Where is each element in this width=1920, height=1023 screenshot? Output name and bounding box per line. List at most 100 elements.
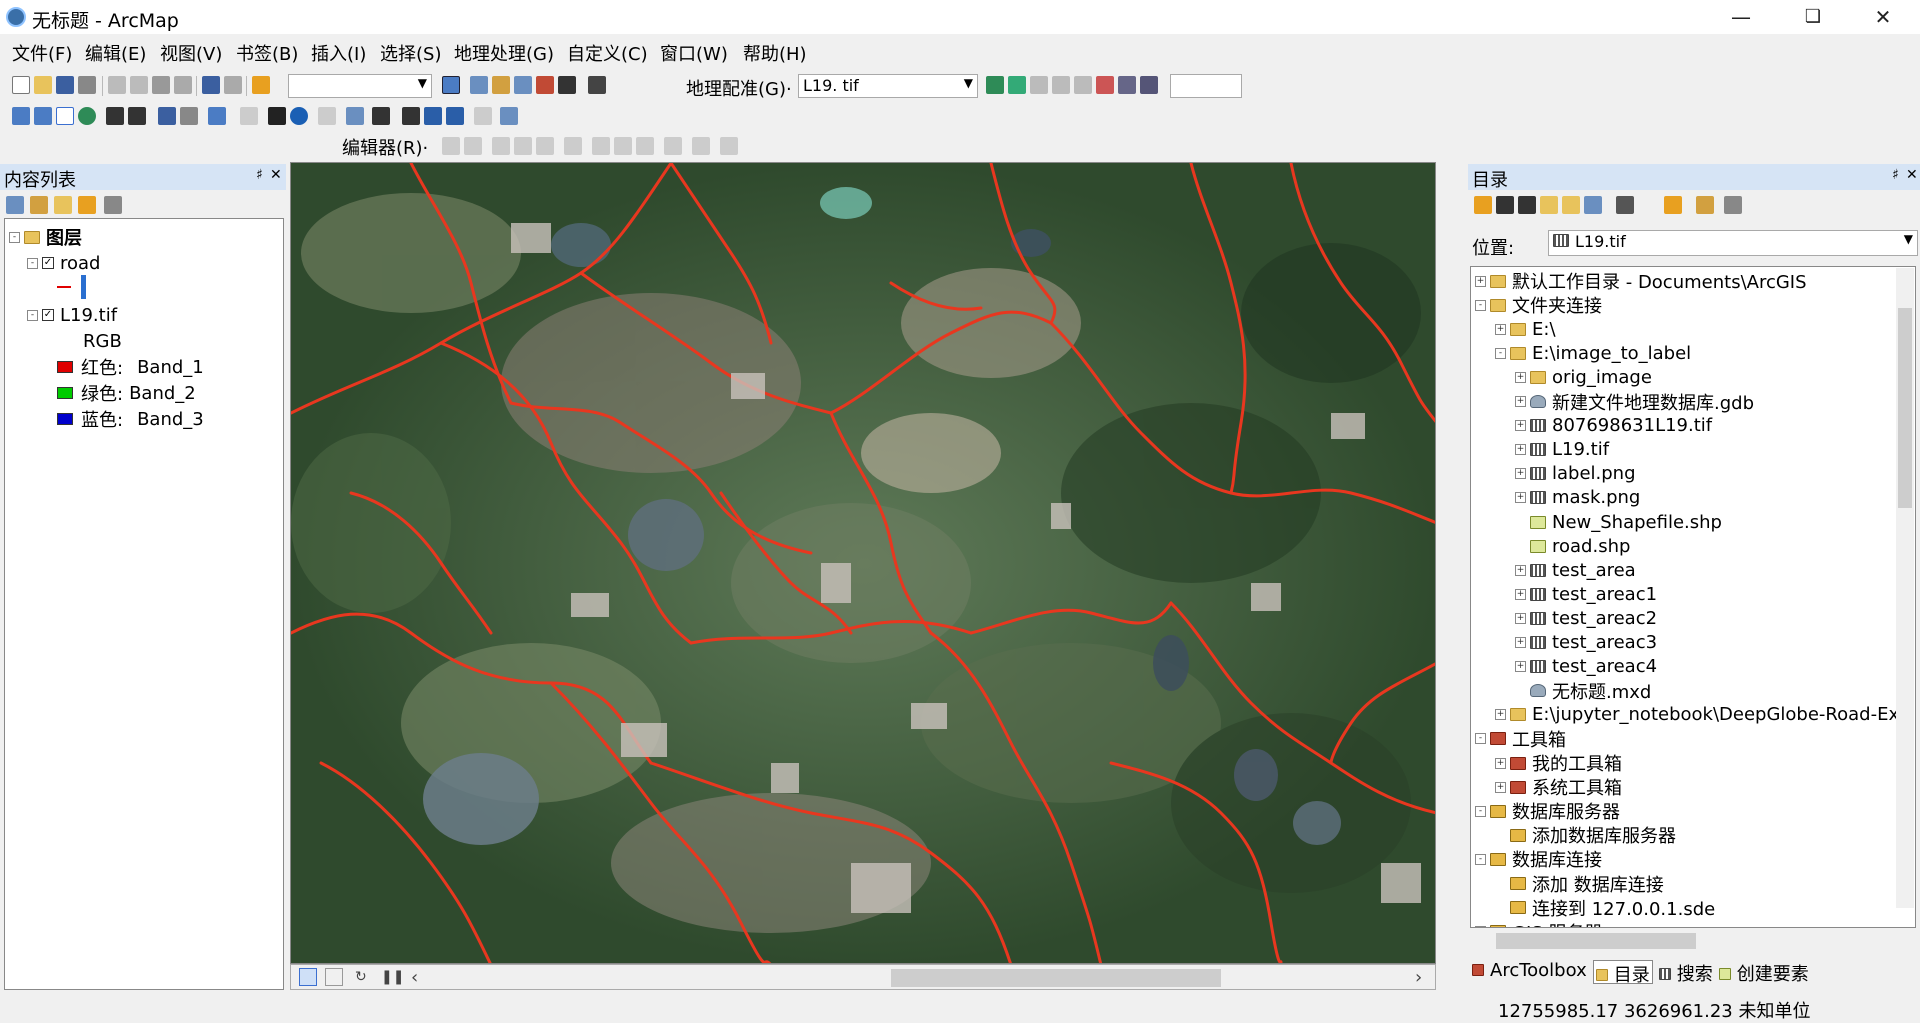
catalog-item[interactable]: +807698631L19.tif — [1515, 414, 1712, 438]
back-icon[interactable] — [1474, 196, 1492, 214]
toggle-contents-icon[interactable] — [1696, 196, 1714, 214]
band-red[interactable]: 红色: Band_1 — [57, 355, 204, 379]
catalog-item[interactable]: + mask.png — [1515, 486, 1640, 510]
vertical-scrollbar[interactable] — [1896, 268, 1914, 908]
add-control-points-icon[interactable] — [986, 76, 1004, 94]
list-by-source-icon[interactable] — [30, 196, 48, 214]
rotate-edit-icon[interactable] — [636, 137, 654, 155]
identify-icon[interactable] — [290, 107, 308, 125]
catalog-item[interactable]: + test_area — [1515, 558, 1636, 582]
link-table-icon[interactable] — [1096, 76, 1114, 94]
history-dropdown-icon[interactable] — [1496, 196, 1514, 214]
zoom-in-icon[interactable] — [12, 107, 30, 125]
editor-toolbar-icon[interactable] — [442, 76, 460, 94]
catalog-options-icon[interactable] — [1724, 196, 1742, 214]
list-by-drawing-order-icon[interactable] — [6, 196, 24, 214]
toc-options-icon[interactable] — [104, 196, 122, 214]
catalog-item[interactable]: + test_areac1 — [1515, 582, 1657, 606]
expand-icon[interactable]: + — [1515, 444, 1526, 456]
catalog-item[interactable]: 无标题.mxd — [1515, 679, 1651, 703]
expand-icon[interactable]: + — [1495, 781, 1506, 793]
catalog-window-icon[interactable] — [492, 76, 510, 94]
split-icon[interactable] — [592, 137, 610, 155]
arctoolbox-icon[interactable] — [536, 76, 554, 94]
fixed-zoom-out-icon[interactable] — [128, 107, 146, 125]
menu-customize[interactable]: 自定义(C) — [567, 40, 648, 66]
collapse-icon[interactable]: - — [1495, 347, 1506, 359]
control-point-icon[interactable] — [1008, 76, 1026, 94]
go-to-xy-icon[interactable] — [446, 107, 464, 125]
catalog-item[interactable]: + 新建文件地理数据库.gdb — [1515, 390, 1754, 414]
band-blue[interactable]: 蓝色: Band_3 — [57, 407, 204, 431]
find-route-icon[interactable] — [424, 107, 442, 125]
straight-segment-icon[interactable] — [492, 137, 510, 155]
pause-drawing-icon[interactable]: ❚❚ — [381, 969, 404, 985]
collapse-icon[interactable]: - — [27, 309, 38, 321]
maximize-icon[interactable]: ❏ — [1790, 4, 1836, 30]
georef-options-icon[interactable] — [1140, 76, 1158, 94]
catalog-item[interactable]: - 数据库服务器 — [1475, 799, 1620, 823]
catalog-item[interactable]: - 工具箱 — [1475, 727, 1566, 751]
horizontal-scrollbar-thumb[interactable] — [891, 969, 1221, 987]
time-slider-icon[interactable] — [474, 107, 492, 125]
catalog-item[interactable]: - 文件夹连接 — [1475, 293, 1602, 317]
editor-menu[interactable]: 编辑器(R)· — [342, 134, 428, 160]
data-view-icon[interactable] — [299, 968, 317, 986]
catalog-item[interactable]: + 系统工具箱 — [1495, 775, 1622, 799]
vertical-scrollbar-thumb[interactable] — [1898, 308, 1912, 508]
select-features-icon[interactable] — [208, 107, 226, 125]
list-by-visibility-icon[interactable] — [54, 196, 72, 214]
cut-icon[interactable] — [108, 76, 126, 94]
catalog-item[interactable]: + E:\ — [1495, 317, 1556, 341]
catalog-item[interactable]: - 数据库连接 — [1475, 847, 1602, 871]
map-scale-combo[interactable]: ▼ — [288, 74, 432, 98]
new-document-icon[interactable] — [12, 76, 30, 94]
catalog-item[interactable]: + orig_image — [1515, 365, 1652, 389]
catalog-item[interactable]: + L19.tif — [1515, 438, 1609, 462]
layer-visibility-checkbox[interactable]: ✓ — [42, 309, 54, 321]
georef-layer-combo[interactable]: L19. tif ▼ — [798, 74, 978, 98]
collapse-icon[interactable]: - — [27, 257, 38, 269]
html-popup-icon[interactable] — [346, 107, 364, 125]
fixed-zoom-in-icon[interactable] — [106, 107, 124, 125]
menu-file[interactable]: 文件(F) — [12, 40, 72, 66]
hyperlink-icon[interactable] — [318, 107, 336, 125]
home-folder-icon[interactable] — [1562, 196, 1580, 214]
up-folder-icon[interactable] — [1540, 196, 1558, 214]
paste-icon[interactable] — [152, 76, 170, 94]
menu-bookmarks[interactable]: 书签(B) — [236, 40, 298, 66]
expand-icon[interactable]: + — [1515, 637, 1526, 648]
layout-view-icon[interactable] — [325, 968, 343, 986]
collapse-icon[interactable]: - — [9, 231, 20, 243]
layer-visibility-checkbox[interactable]: ✓ — [42, 257, 54, 269]
shift-icon[interactable] — [1052, 76, 1070, 94]
menu-edit[interactable]: 编辑(E) — [85, 40, 146, 66]
edit-annotation-icon[interactable] — [464, 137, 482, 155]
create-features-icon[interactable] — [720, 137, 738, 155]
expand-icon[interactable]: + — [1515, 396, 1526, 407]
catalog-item[interactable]: - E:\image_to_label — [1495, 341, 1691, 365]
catalog-item[interactable]: - GIS 服务器 — [1475, 920, 1602, 927]
zoom-out-icon[interactable] — [34, 107, 52, 125]
list-by-selection-icon[interactable] — [78, 196, 96, 214]
expand-icon[interactable]: + — [1515, 588, 1526, 600]
sketch-properties-icon[interactable] — [692, 137, 710, 155]
catalog-item[interactable]: 添加 数据库连接 — [1495, 872, 1664, 896]
add-data-icon[interactable] — [252, 76, 270, 94]
forward-icon[interactable] — [1518, 196, 1536, 214]
catalog-item[interactable]: road.shp — [1515, 534, 1630, 558]
catalog-item[interactable]: + test_areac3 — [1515, 631, 1657, 655]
catalog-item[interactable]: + 默认工作目录 - Documents\ArcGIS — [1475, 269, 1807, 293]
close-panel-icon[interactable]: ✕ — [1906, 167, 1918, 183]
point-icon[interactable] — [564, 137, 582, 155]
measure-icon[interactable] — [372, 107, 390, 125]
edit-tool-icon[interactable] — [442, 137, 460, 155]
rotate-icon[interactable] — [1030, 76, 1048, 94]
menu-insert[interactable]: 插入(I) — [311, 40, 366, 66]
catalog-item[interactable]: 添加数据库服务器 — [1495, 823, 1676, 847]
create-viewer-icon[interactable] — [500, 107, 518, 125]
catalog-item[interactable]: + 我的工具箱 — [1495, 751, 1622, 775]
collapse-icon[interactable]: - — [1475, 805, 1486, 817]
menu-windows[interactable]: 窗口(W) — [660, 40, 728, 66]
connect-folder-icon[interactable] — [1584, 196, 1602, 214]
